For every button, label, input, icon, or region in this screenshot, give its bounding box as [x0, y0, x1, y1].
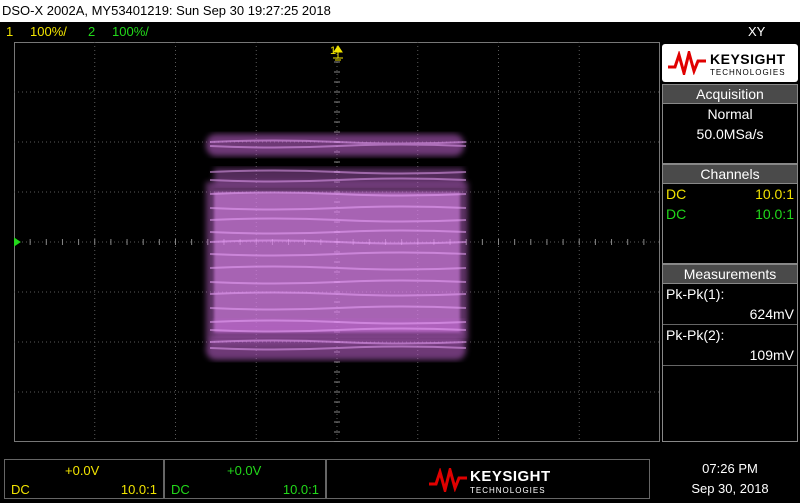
- acquisition-section[interactable]: Acquisition Normal 50.0MSa/s: [662, 84, 798, 164]
- measurements-section[interactable]: Measurements Pk-Pk(1): 624mV Pk-Pk(2): 1…: [662, 264, 798, 442]
- ch1-bottom-ratio: 10.0:1: [120, 482, 157, 497]
- ch1-scale[interactable]: 100%/: [30, 22, 67, 42]
- measurement-2-label: Pk-Pk(2):: [666, 327, 725, 343]
- ch2-bottom-ratio: 10.0:1: [282, 482, 319, 497]
- bottom-status-bar: +0.0V DC 10.0:1 +0.0V DC 10.0:1 KEYSIGHT…: [0, 456, 800, 503]
- ch2-probe-ratio: 10.0:1: [755, 206, 794, 222]
- ch1-bottom-coupling: DC: [11, 482, 30, 497]
- clock: 07:26 PM Sep 30, 2018: [660, 459, 800, 499]
- channel-scale-bar: 1 100%/ 2 100%/ XY: [0, 22, 800, 42]
- ch1-number[interactable]: 1: [6, 22, 13, 42]
- ch2-number[interactable]: 2: [88, 22, 95, 42]
- ch2-coupling: DC: [666, 206, 687, 222]
- measurements-header: Measurements: [663, 265, 797, 284]
- channels-ch1-row: DC 10.0:1: [663, 184, 797, 204]
- ch1-coupling: DC: [666, 186, 687, 202]
- bottom-logo-brand: KEYSIGHT: [470, 468, 551, 485]
- ch2-status-box[interactable]: +0.0V DC 10.0:1: [164, 459, 326, 499]
- bottom-logo-sub: TECHNOLOGIES: [470, 486, 546, 495]
- xy-display-graticule[interactable]: 1 2: [14, 42, 660, 442]
- logo-brand: KEYSIGHT: [710, 51, 786, 67]
- acquisition-mode: Normal: [707, 106, 753, 122]
- acquisition-rate: 50.0MSa/s: [696, 126, 764, 142]
- display-mode-label: XY: [748, 24, 766, 39]
- ch2-scale[interactable]: 100%/: [112, 22, 149, 42]
- keysight-wave-icon: [429, 468, 467, 492]
- bottom-keysight-logo: KEYSIGHT TECHNOLOGIES: [326, 459, 650, 499]
- ch1-probe-ratio: 10.0:1: [755, 186, 794, 202]
- right-info-panel: KEYSIGHT TECHNOLOGIES Acquisition Normal…: [660, 42, 800, 442]
- ch2-offset: +0.0V: [227, 463, 262, 478]
- ch1-status-box[interactable]: +0.0V DC 10.0:1: [4, 459, 164, 499]
- ch2-bottom-coupling: DC: [171, 482, 190, 497]
- measurement-1-value: 624mV: [663, 304, 797, 325]
- ch1-offset: +0.0V: [65, 463, 100, 478]
- measurement-2-value: 109mV: [663, 345, 797, 366]
- measurement-1-label: Pk-Pk(1):: [666, 286, 725, 302]
- keysight-logo: KEYSIGHT TECHNOLOGIES: [662, 44, 798, 82]
- keysight-wave-icon: [668, 51, 706, 75]
- logo-sub: TECHNOLOGIES: [710, 68, 786, 77]
- clock-date: Sep 30, 2018: [691, 481, 769, 496]
- channels-ch2-row: DC 10.0:1: [663, 204, 797, 224]
- window-title: DSO-X 2002A, MY53401219: Sun Sep 30 19:2…: [0, 0, 800, 22]
- acquisition-header: Acquisition: [663, 85, 797, 104]
- channels-section[interactable]: Channels DC 10.0:1 DC 10.0:1: [662, 164, 798, 264]
- channels-header: Channels: [663, 165, 797, 184]
- clock-time: 07:26 PM: [702, 461, 758, 476]
